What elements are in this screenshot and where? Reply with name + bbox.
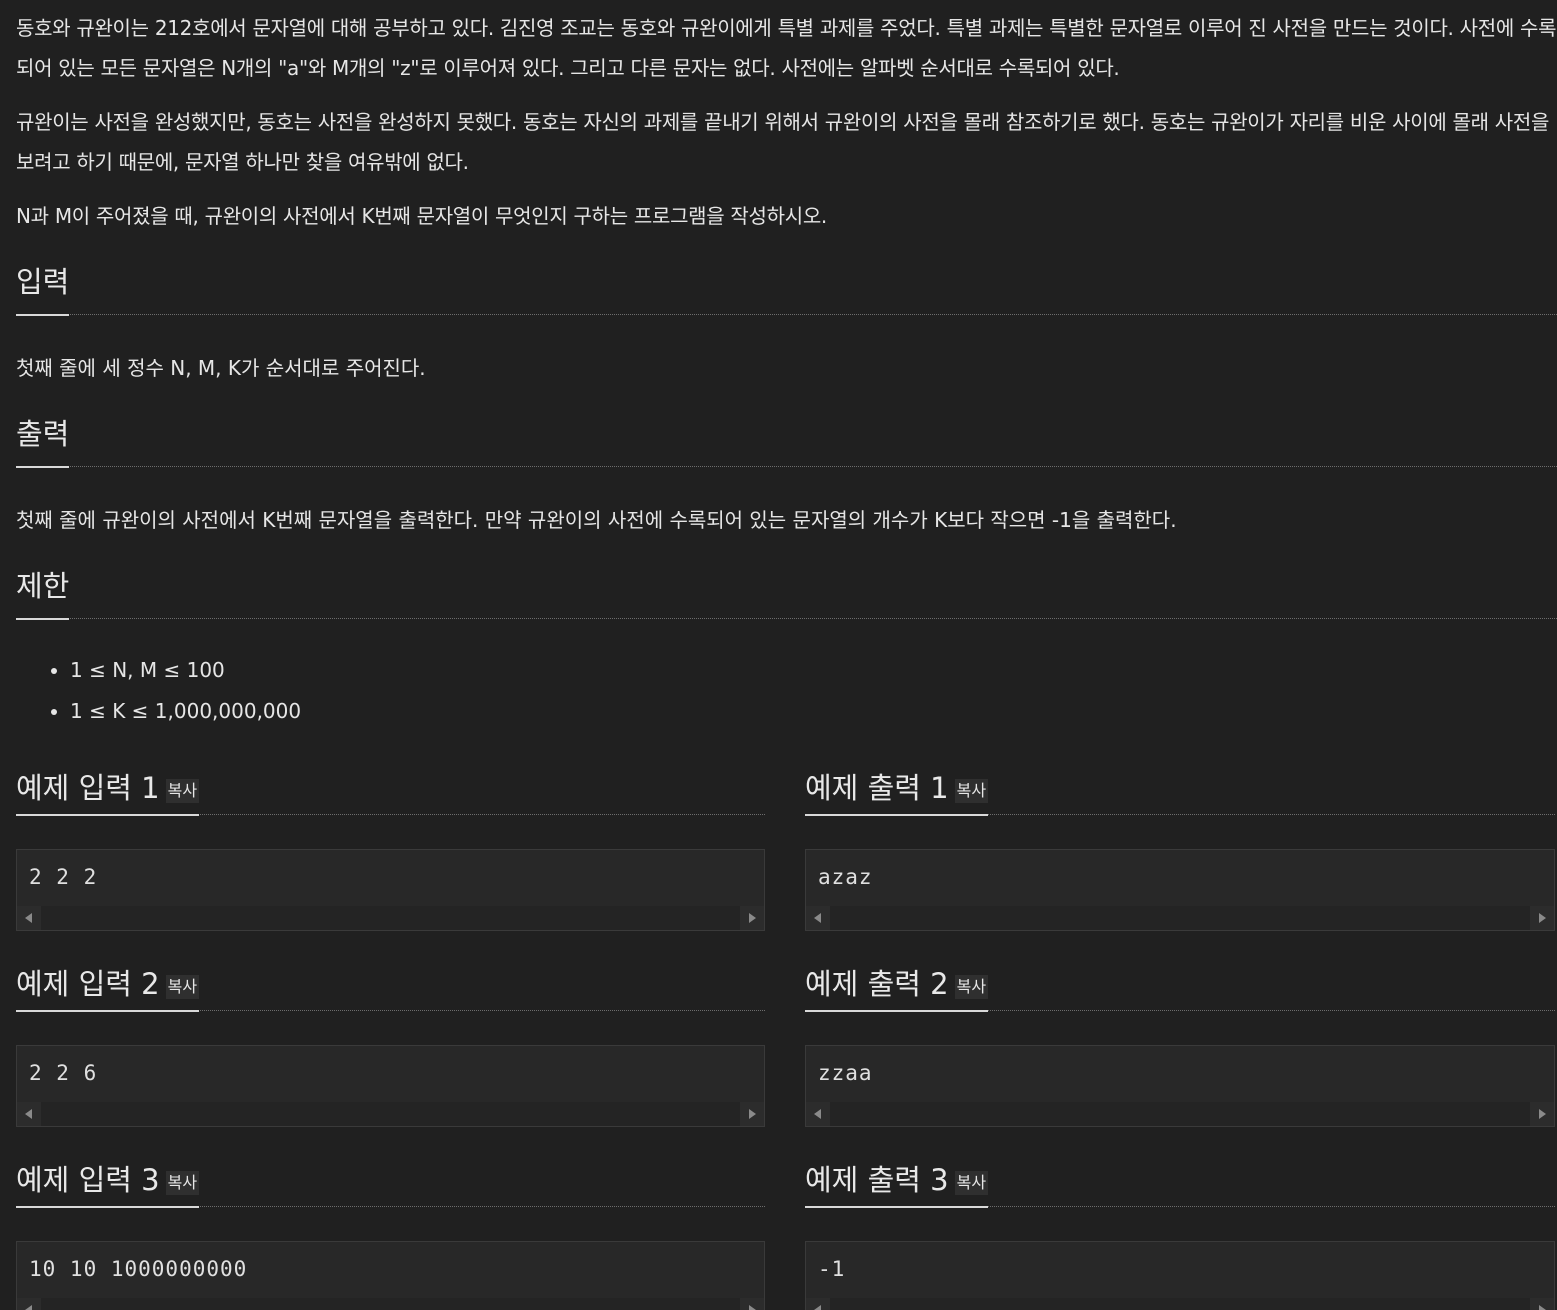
sample-title-wrap: 예제 입력 2 복사 xyxy=(16,964,200,1012)
sample-output-text: azaz xyxy=(818,865,873,889)
limit-item: 1 ≤ N, M ≤ 100 xyxy=(70,650,1557,691)
output-section-body: 첫째 줄에 규완이의 사전에서 K번째 문자열을 출력한다. 만약 규완이의 사… xyxy=(16,508,1177,532)
copy-button[interactable]: 복사 xyxy=(954,1171,989,1195)
sample-title-wrap: 예제 출력 1 복사 xyxy=(805,768,989,816)
scroll-left-icon[interactable] xyxy=(806,1102,830,1126)
sample-output-panel: 예제 출력 1 복사 azaz xyxy=(805,752,1555,948)
limit-section-header: 제한 xyxy=(16,562,1557,620)
description-paragraph: N과 M이 주어졌을 때, 규완이의 사전에서 K번째 문자열이 무엇인지 구하… xyxy=(16,204,827,228)
sample-output-header: 예제 출력 2 복사 xyxy=(805,948,1555,1012)
sample-input-text: 10 10 1000000000 xyxy=(29,1257,248,1281)
scroll-left-icon[interactable] xyxy=(17,1102,41,1126)
sample-output-panel: 예제 출력 3 복사 -1 xyxy=(805,1144,1555,1310)
sample-output-panel: 예제 출력 2 복사 zzaa xyxy=(805,948,1555,1144)
sample-title-wrap: 예제 출력 3 복사 xyxy=(805,1160,989,1208)
sample-output-header: 예제 출력 3 복사 xyxy=(805,1144,1555,1208)
divider xyxy=(16,314,1557,315)
sample-input-title: 예제 입력 2 xyxy=(16,967,160,1001)
sample-output-title: 예제 출력 2 xyxy=(805,967,949,1001)
input-section-body: 첫째 줄에 세 정수 N, M, K가 순서대로 주어진다. xyxy=(16,356,426,380)
horizontal-scrollbar[interactable] xyxy=(17,1102,764,1126)
sample-input-box[interactable]: 10 10 1000000000 xyxy=(16,1241,765,1310)
copy-button[interactable]: 복사 xyxy=(954,779,989,803)
copy-button[interactable]: 복사 xyxy=(165,779,200,803)
scroll-right-icon[interactable] xyxy=(740,906,764,930)
sample-input-panel: 예제 입력 2 복사 2 2 6 xyxy=(16,948,765,1144)
scroll-left-icon[interactable] xyxy=(806,1298,830,1310)
limit-list: 1 ≤ N, M ≤ 100 1 ≤ K ≤ 1,000,000,000 xyxy=(16,650,1557,732)
scroll-right-icon[interactable] xyxy=(740,1298,764,1310)
problem-page: 동호와 규완이는 212호에서 문자열에 대해 공부하고 있다. 김진영 조교는… xyxy=(0,0,1557,1310)
sample-output-header: 예제 출력 1 복사 xyxy=(805,752,1555,816)
sample-output-title: 예제 출력 1 xyxy=(805,771,949,805)
input-section-title: 입력 xyxy=(16,262,70,316)
sample-input-text: 2 2 6 xyxy=(29,1061,98,1085)
sample-input-header: 예제 입력 2 복사 xyxy=(16,948,765,1012)
sample-output-box[interactable]: zzaa xyxy=(805,1045,1555,1127)
input-section-header: 입력 xyxy=(16,258,1557,316)
sample-output-text: zzaa xyxy=(818,1061,873,1085)
sample-output-text: -1 xyxy=(818,1257,846,1281)
output-section-header: 출력 xyxy=(16,410,1557,468)
scroll-right-icon[interactable] xyxy=(1530,1102,1554,1126)
copy-button[interactable]: 복사 xyxy=(954,975,989,999)
example-row: 예제 입력 3 복사 10 10 1000000000 예제 출력 3 복사 -… xyxy=(16,1144,1555,1310)
copy-button[interactable]: 복사 xyxy=(165,975,200,999)
scroll-right-icon[interactable] xyxy=(1530,906,1554,930)
example-row: 예제 입력 1 복사 2 2 2 예제 출력 1 복사 azaz xyxy=(16,752,1555,948)
sample-input-box[interactable]: 2 2 2 xyxy=(16,849,765,931)
horizontal-scrollbar[interactable] xyxy=(806,906,1554,930)
scroll-left-icon[interactable] xyxy=(17,906,41,930)
sample-input-panel: 예제 입력 3 복사 10 10 1000000000 xyxy=(16,1144,765,1310)
sample-input-header: 예제 입력 1 복사 xyxy=(16,752,765,816)
description-paragraph: 규완이는 사전을 완성했지만, 동호는 사전을 완성하지 못했다. 동호는 자신… xyxy=(16,110,1550,174)
horizontal-scrollbar[interactable] xyxy=(806,1298,1554,1310)
divider xyxy=(16,466,1557,467)
sample-title-wrap: 예제 출력 2 복사 xyxy=(805,964,989,1012)
horizontal-scrollbar[interactable] xyxy=(17,906,764,930)
sample-input-text: 2 2 2 xyxy=(29,865,98,889)
limit-section-title: 제한 xyxy=(16,566,70,620)
sample-output-box[interactable]: azaz xyxy=(805,849,1555,931)
sample-input-title: 예제 입력 3 xyxy=(16,1163,160,1197)
horizontal-scrollbar[interactable] xyxy=(17,1298,764,1310)
divider xyxy=(16,618,1557,619)
sample-output-box[interactable]: -1 xyxy=(805,1241,1555,1310)
sample-input-title: 예제 입력 1 xyxy=(16,771,160,805)
output-section-title: 출력 xyxy=(16,414,70,468)
copy-button[interactable]: 복사 xyxy=(165,1171,200,1195)
limit-item: 1 ≤ K ≤ 1,000,000,000 xyxy=(70,691,1557,732)
scroll-right-icon[interactable] xyxy=(740,1102,764,1126)
scroll-left-icon[interactable] xyxy=(17,1298,41,1310)
sample-title-wrap: 예제 입력 1 복사 xyxy=(16,768,200,816)
sample-output-title: 예제 출력 3 xyxy=(805,1163,949,1197)
sample-title-wrap: 예제 입력 3 복사 xyxy=(16,1160,200,1208)
examples-grid: 예제 입력 1 복사 2 2 2 예제 출력 1 복사 azaz 예제 입력 2… xyxy=(16,752,1555,1310)
sample-input-header: 예제 입력 3 복사 xyxy=(16,1144,765,1208)
sample-input-box[interactable]: 2 2 6 xyxy=(16,1045,765,1127)
scroll-left-icon[interactable] xyxy=(806,906,830,930)
horizontal-scrollbar[interactable] xyxy=(806,1102,1554,1126)
description-paragraph: 동호와 규완이는 212호에서 문자열에 대해 공부하고 있다. 김진영 조교는… xyxy=(16,16,1557,80)
example-row: 예제 입력 2 복사 2 2 6 예제 출력 2 복사 zzaa xyxy=(16,948,1555,1144)
scroll-right-icon[interactable] xyxy=(1530,1298,1554,1310)
sample-input-panel: 예제 입력 1 복사 2 2 2 xyxy=(16,752,765,948)
